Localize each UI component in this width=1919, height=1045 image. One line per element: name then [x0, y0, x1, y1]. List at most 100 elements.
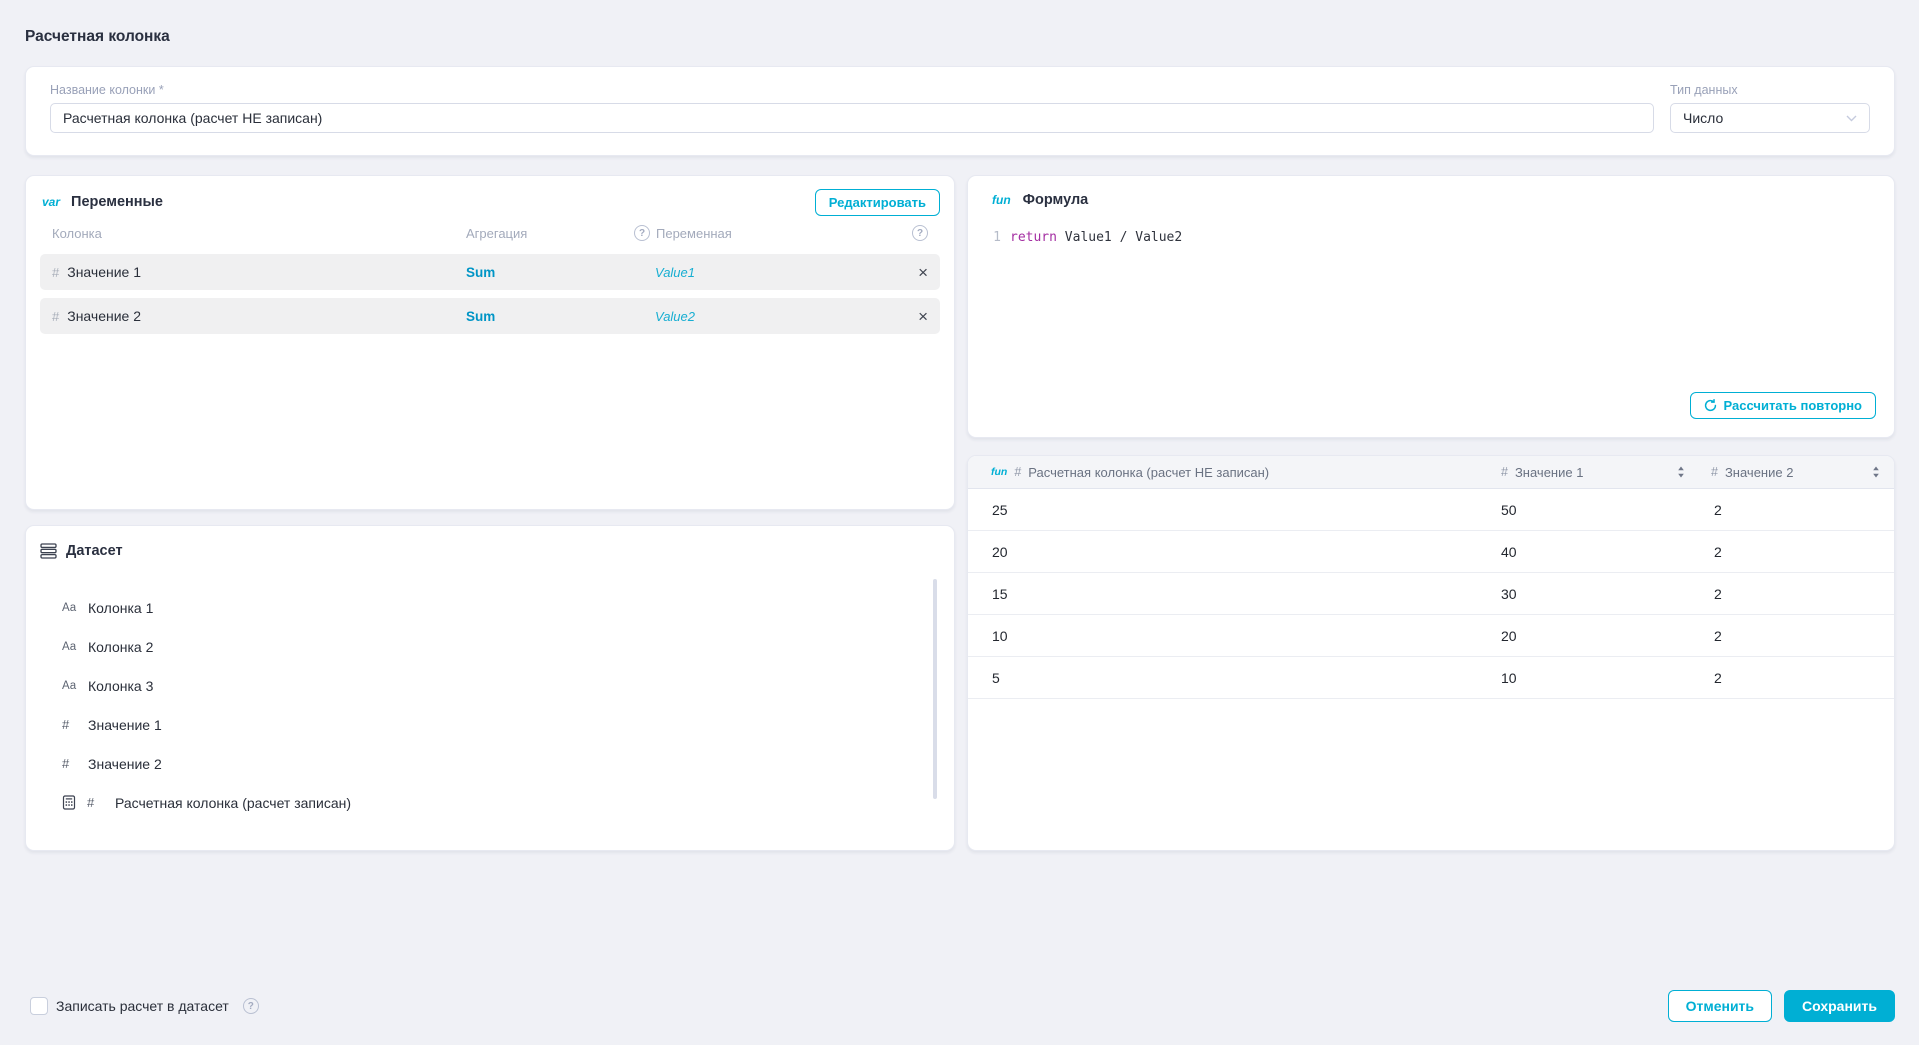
dataset-header: Датасет: [40, 540, 940, 562]
variables-column-headers: Колонка Агрегация ? Переменная ?: [40, 220, 940, 246]
dataset-field-label: Колонка 1: [88, 599, 154, 616]
footer-buttons: Отменить Сохранить: [1667, 990, 1895, 1022]
dataset-field-label: Колонка 2: [88, 638, 154, 655]
variable-column-name: Значение 1: [67, 264, 141, 280]
variables-card: var Переменные Редактировать Колонка Агр…: [25, 175, 955, 510]
dataset-field-item[interactable]: Аа Колонка 3: [40, 666, 940, 705]
column-name-input[interactable]: [50, 103, 1654, 133]
dataset-field-item[interactable]: Аа Колонка 2: [40, 627, 940, 666]
variable-name[interactable]: Value1: [634, 265, 892, 280]
column-header-aggregation: Агрегация: [466, 225, 528, 241]
cell-value2: 2: [1714, 543, 1722, 560]
variable-name[interactable]: Value2: [634, 309, 892, 324]
variable-column-cell: # Значение 1: [52, 264, 466, 280]
table-row: 5 10 2: [968, 657, 1894, 699]
table-row: 15 30 2: [968, 573, 1894, 615]
calculator-icon: [62, 795, 76, 810]
recalculate-label: Рассчитать повторно: [1723, 398, 1862, 413]
cell-value1: 40: [1501, 543, 1517, 560]
cell-value2: 2: [1714, 585, 1722, 602]
code-line-number: 1: [993, 230, 1001, 245]
code-expression: [1057, 230, 1065, 245]
table-row: 25 50 2: [968, 489, 1894, 531]
edit-variables-button[interactable]: Редактировать: [814, 188, 940, 216]
dataset-field-label: Значение 1: [88, 716, 162, 733]
dataset-field-item[interactable]: # Значение 2: [40, 744, 940, 783]
preview-column-calculated: fun # Расчетная колонка (расчет НЕ запис…: [968, 465, 1489, 480]
text-type-icon: Аа: [62, 679, 77, 692]
data-type-label: Тип данных: [1670, 83, 1738, 97]
column-name-label: Название колонки *: [50, 83, 164, 97]
chevron-down-icon: [1846, 115, 1857, 121]
cell-calculated: 20: [992, 543, 1008, 560]
variable-row: # Значение 2 Sum Value2 ×: [40, 298, 940, 334]
write-to-dataset-checkbox[interactable]: [30, 997, 48, 1015]
table-row: 20 40 2: [968, 531, 1894, 573]
code-content: return Value1 / Value2: [1010, 230, 1182, 245]
cell-value2: 2: [1714, 627, 1722, 644]
column-header-column: Колонка: [52, 225, 102, 241]
left-column: var Переменные Редактировать Колонка Агр…: [25, 175, 955, 851]
code-keyword: return: [1010, 230, 1057, 245]
save-button[interactable]: Сохранить: [1784, 990, 1895, 1022]
formula-code-editor[interactable]: 1 return Value1 / Value2: [986, 230, 1876, 245]
database-icon: [40, 543, 57, 559]
var-tag-icon: var: [42, 195, 61, 209]
dataset-card: Датасет Аа Колонка 1 Аа Колонка 2 Аа Кол…: [25, 525, 955, 851]
footer-bar: Записать расчет в датасет ? Отменить Сох…: [30, 990, 1895, 1022]
recalculate-button[interactable]: Рассчитать повторно: [1689, 392, 1876, 419]
cell-value2: 2: [1714, 501, 1722, 518]
dataset-field-item[interactable]: # Расчетная колонка (расчет записан): [40, 783, 940, 822]
dataset-field-item[interactable]: Аа Колонка 1: [40, 588, 940, 627]
number-type-icon: #: [87, 795, 95, 810]
preview-table-header: fun # Расчетная колонка (расчет НЕ запис…: [968, 456, 1894, 489]
sort-icon[interactable]: [1677, 466, 1685, 478]
preview-column-value2[interactable]: # Значение 2: [1699, 465, 1894, 480]
number-type-icon: #: [1711, 465, 1718, 479]
variables-title: Переменные: [71, 194, 164, 210]
cancel-button[interactable]: Отменить: [1667, 990, 1773, 1022]
table-row: 10 20 2: [968, 615, 1894, 657]
remove-variable-button[interactable]: ×: [918, 308, 928, 325]
data-type-field: Тип данных Число: [1670, 83, 1870, 133]
help-icon[interactable]: ?: [242, 998, 259, 1014]
help-icon[interactable]: ?: [634, 225, 650, 241]
cell-value1: 50: [1501, 501, 1517, 518]
dataset-scrollbar[interactable]: [933, 579, 937, 799]
aggregation-value[interactable]: Sum: [466, 265, 634, 280]
number-type-icon: #: [62, 717, 70, 732]
cell-calculated: 15: [992, 585, 1008, 602]
refresh-icon: [1704, 399, 1716, 412]
aggregation-value[interactable]: Sum: [466, 309, 634, 324]
text-type-icon: Аа: [62, 640, 77, 653]
formula-title: Формула: [1022, 192, 1089, 208]
number-type-icon: #: [52, 264, 60, 280]
code-expression-text: Value1 / Value2: [1064, 230, 1183, 245]
cell-value2: 2: [1714, 669, 1722, 686]
remove-variable-button[interactable]: ×: [918, 264, 928, 281]
data-type-value: Число: [1683, 110, 1724, 126]
calculated-field-group: # Расчетная колонка (расчет записан): [62, 795, 351, 811]
number-type-icon: #: [62, 756, 70, 771]
page-title: Расчетная колонка: [25, 28, 170, 45]
write-to-dataset-option: Записать расчет в датасет ?: [30, 997, 259, 1015]
sort-icon[interactable]: [1872, 466, 1880, 478]
cell-value1: 30: [1501, 585, 1517, 602]
help-icon[interactable]: ?: [912, 225, 928, 241]
dataset-field-item[interactable]: # Значение 1: [40, 705, 940, 744]
column-settings-card: Название колонки * Тип данных Число: [25, 66, 1895, 156]
data-type-select[interactable]: Число: [1670, 103, 1870, 133]
preview-column-label-group: # Значение 1: [1501, 465, 1583, 480]
number-type-icon: #: [1501, 465, 1508, 479]
preview-column-label: Значение 2: [1724, 464, 1794, 480]
number-type-icon: #: [52, 308, 60, 324]
main-area: var Переменные Редактировать Колонка Агр…: [25, 175, 1895, 851]
column-name-field: Название колонки *: [50, 83, 1654, 133]
cell-value1: 10: [1501, 669, 1517, 686]
variable-column-name: Значение 2: [67, 308, 141, 324]
text-type-icon: Аа: [62, 601, 77, 614]
preview-column-value1[interactable]: # Значение 1: [1489, 465, 1699, 480]
preview-column-label-group: # Значение 2: [1711, 465, 1793, 480]
cell-calculated: 5: [992, 669, 1000, 686]
cell-calculated: 10: [992, 627, 1008, 644]
